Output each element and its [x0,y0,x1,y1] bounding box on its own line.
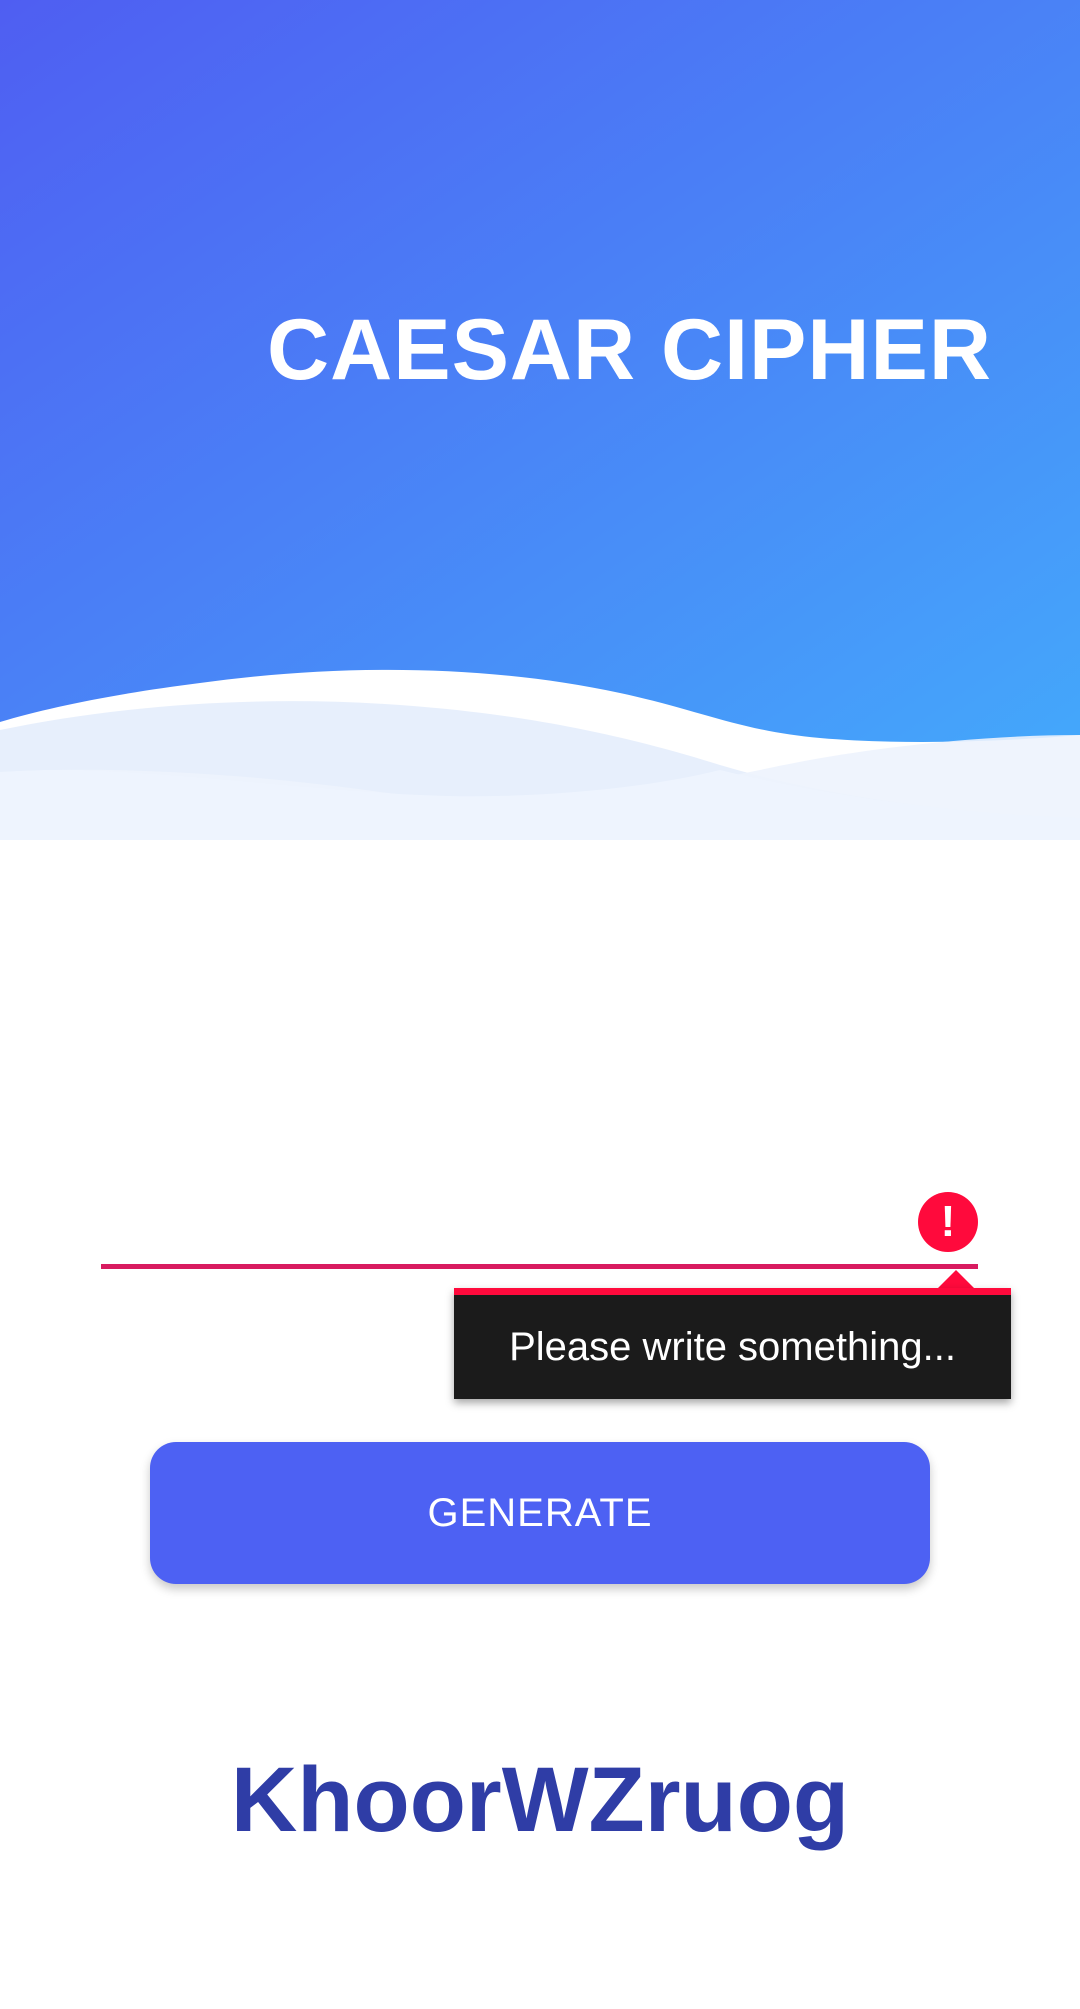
app-screen: CAESAR CIPHER ! Please write something..… [0,0,1080,2009]
error-popup-arrow [938,1270,974,1288]
app-title: CAESAR CIPHER [267,302,992,398]
cipher-result: KhoorWZruog [230,1749,850,1851]
input-underline [101,1264,978,1269]
exclamation-icon: ! [918,1192,978,1252]
header-wave-background [0,0,1080,840]
generate-button[interactable]: GENERATE [150,1442,930,1584]
message-input-field[interactable]: ! [101,1180,978,1270]
header-banner: CAESAR CIPHER [0,0,1080,840]
error-popup: Please write something... [454,1288,1011,1399]
message-input[interactable] [101,1180,905,1262]
error-message: Please write something... [509,1325,956,1369]
